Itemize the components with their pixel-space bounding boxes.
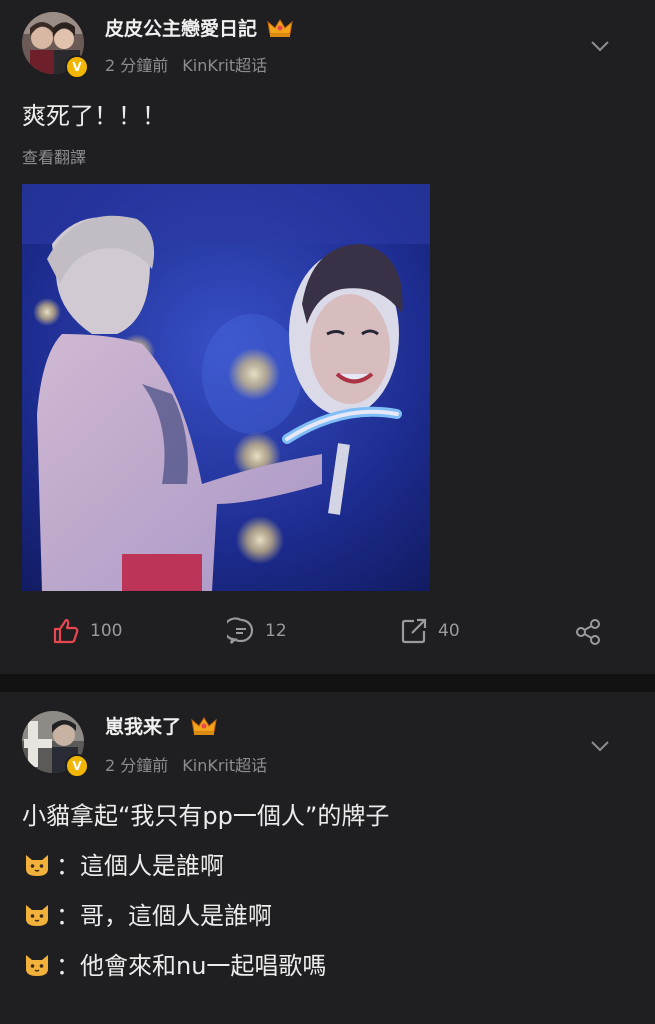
more-share-button[interactable] [573, 617, 613, 647]
share-button[interactable]: 40 [400, 617, 460, 645]
topic-link[interactable]: KinKrit超话 [182, 756, 267, 775]
translate-link[interactable]: 查看翻譯 [22, 144, 86, 168]
concert-photo[interactable] [22, 184, 430, 591]
comment-icon [227, 617, 254, 644]
like-count: 100 [90, 621, 123, 641]
thumbs-up-icon [53, 618, 79, 644]
network-share-icon [576, 619, 600, 645]
verified-badge-icon: V [65, 55, 89, 79]
post-card: V 崽我来了 2 分鐘前 KinKrit超话 小貓拿起“我只有pp一個人”的牌子 … [0, 692, 655, 1024]
crown-icon [261, 19, 293, 39]
username[interactable]: 皮皮公主戀愛日記 [105, 14, 293, 41]
post-meta: 2 分鐘前 KinKrit超话 [105, 752, 267, 776]
share-icon [401, 618, 427, 644]
cat-face-icon [26, 954, 48, 976]
share-count: 40 [438, 621, 460, 641]
post-card: V 皮皮公主戀愛日記 2 分鐘前 KinKrit超话 爽死了！！！ 查看翻譯 1… [0, 0, 655, 674]
content-line-text: 小貓拿起“我只有pp一個人”的牌子 [22, 802, 390, 830]
crown-icon [185, 717, 217, 737]
post-time: 2 分鐘前 [105, 56, 169, 75]
content-line-text: ：哥，這個人是誰啊 [56, 902, 272, 930]
username-text: 皮皮公主戀愛日記 [105, 18, 258, 40]
cat-face-icon [26, 854, 48, 876]
post-content-line: ：這個人是誰啊 [22, 846, 224, 881]
post-content-line: ：他會來和nu一起唱歌嗎 [22, 946, 326, 981]
content-line-text: ：這個人是誰啊 [56, 852, 224, 880]
post-content-line: 小貓拿起“我只有pp一個人”的牌子 [22, 796, 389, 831]
comment-count: 12 [265, 621, 287, 641]
cat-face-icon [26, 904, 48, 926]
verified-badge-icon: V [65, 754, 89, 778]
post-time: 2 分鐘前 [105, 756, 169, 775]
username[interactable]: 崽我来了 [105, 712, 217, 739]
post-separator [0, 674, 655, 692]
comment-button[interactable]: 12 [227, 617, 287, 645]
like-button[interactable]: 100 [52, 617, 122, 645]
post-meta: 2 分鐘前 KinKrit超话 [105, 52, 267, 76]
action-bar: 100 12 40 [0, 612, 655, 652]
username-text: 崽我来了 [105, 716, 182, 738]
post-content: 爽死了！！！ [22, 102, 166, 130]
chevron-down-icon[interactable] [588, 734, 612, 758]
content-line-text: ：他會來和nu一起唱歌嗎 [56, 952, 327, 980]
post-content-line: ：哥，這個人是誰啊 [22, 896, 272, 931]
chevron-down-icon[interactable] [588, 34, 612, 58]
topic-link[interactable]: KinKrit超话 [182, 56, 267, 75]
